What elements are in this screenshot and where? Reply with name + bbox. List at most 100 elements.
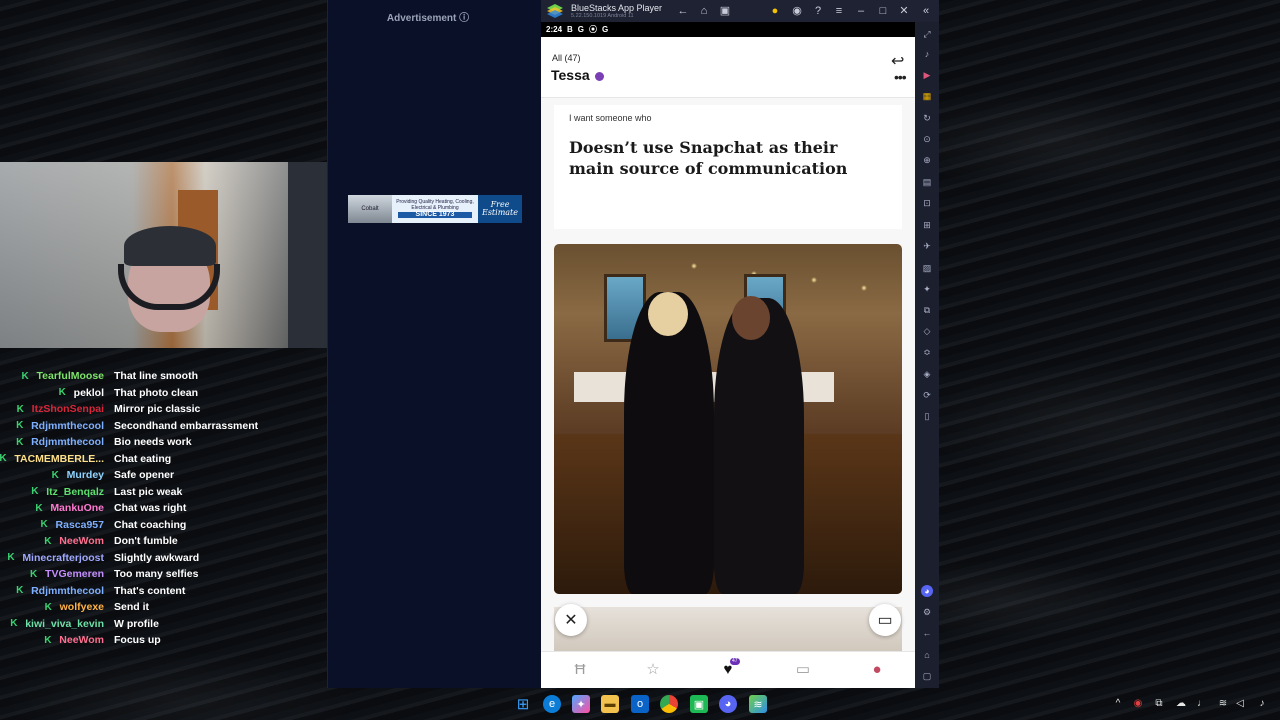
settings-icon[interactable]: ⚙ bbox=[921, 606, 933, 618]
rotate-icon[interactable]: ↻ bbox=[921, 112, 933, 124]
ad-free-estimate: Free Estimate bbox=[478, 195, 522, 223]
record-icon[interactable]: ▶ bbox=[921, 69, 933, 81]
back-icon[interactable]: ← bbox=[676, 4, 690, 18]
more-options-icon[interactable]: ••• bbox=[894, 69, 907, 85]
chat-message: K Minecrafterjoost bbox=[7, 550, 109, 566]
status-icon-4: G bbox=[602, 25, 609, 34]
bluestacks-sidebar: ⤢ ♪ ▶ ▦ ↻ ⊙ ⊕ ▤ ⊡ ⊞ ✈ ▨ ✦ ⧉ ◇ ≎ ◈ ⟳ ▯ ◕ … bbox=[915, 22, 939, 688]
tab-likes[interactable]: ♥ 47 bbox=[716, 658, 740, 682]
android-statusbar: 2:24 B G ⦿ G bbox=[541, 22, 915, 37]
tray-app-icon[interactable]: ◉ bbox=[1131, 697, 1145, 711]
chat-username[interactable]: ItzShonSenpai bbox=[32, 403, 104, 415]
profile-photo[interactable] bbox=[554, 244, 902, 594]
chat-username[interactable]: TearfulMoose bbox=[37, 370, 104, 382]
tab-standouts[interactable]: ☆ bbox=[641, 658, 665, 682]
airplane-icon[interactable]: ✈ bbox=[921, 240, 933, 252]
bluestacks-taskbar-icon[interactable]: ≋ bbox=[749, 695, 767, 713]
chat-message: K Rasca957 bbox=[41, 517, 109, 533]
android-back-icon[interactable]: ← bbox=[921, 627, 933, 639]
chat-username[interactable]: TVGemeren bbox=[45, 568, 104, 580]
maximize-icon[interactable]: □ bbox=[876, 4, 890, 18]
tray-capture-icon[interactable]: ⧉ bbox=[1152, 697, 1166, 711]
chat-username[interactable]: Murdey bbox=[67, 469, 104, 481]
home-icon[interactable]: ⌂ bbox=[697, 4, 711, 18]
chat-username[interactable]: NeeWom bbox=[59, 535, 104, 547]
tab-matches[interactable]: ▭ bbox=[791, 658, 815, 682]
file-explorer-icon[interactable]: ▬ bbox=[601, 695, 619, 713]
capture-icon[interactable]: ⊞ bbox=[921, 219, 933, 231]
collapse-sidebar-icon[interactable]: « bbox=[919, 4, 933, 18]
chat-message-text: Chat coaching bbox=[114, 518, 187, 531]
outlook-icon[interactable]: o bbox=[631, 695, 649, 713]
gamepad-icon[interactable]: ⊕ bbox=[921, 154, 933, 166]
chrome-icon[interactable] bbox=[660, 695, 678, 713]
chat-message: K Itz_Benqalz bbox=[31, 484, 109, 500]
multi-instance-icon[interactable]: ▣ bbox=[718, 4, 732, 18]
macro-icon[interactable]: ⊙ bbox=[921, 133, 933, 145]
chat-username[interactable]: Rdjmmthecool bbox=[31, 585, 104, 597]
undo-icon[interactable]: ↩ bbox=[891, 51, 904, 71]
chat-badge-icon: K bbox=[40, 519, 48, 530]
chat-username[interactable]: MankuOne bbox=[50, 502, 104, 514]
hinge-logo-icon: Ħ bbox=[574, 661, 586, 678]
shake-icon[interactable]: ≎ bbox=[921, 346, 933, 358]
chat-username[interactable]: Minecrafterjoost bbox=[22, 552, 104, 564]
prompt-card[interactable]: I want someone who Doesn’t use Snapchat … bbox=[554, 105, 902, 229]
media-icon[interactable]: ▨ bbox=[921, 262, 933, 274]
tab-profile[interactable]: ● bbox=[865, 658, 889, 682]
discord-icon[interactable]: ◕ bbox=[921, 585, 933, 597]
fullscreen-icon[interactable]: ⤢ bbox=[921, 28, 933, 40]
wifi-icon[interactable]: ≋ bbox=[1216, 697, 1230, 711]
account-icon[interactable]: ◉ bbox=[790, 4, 804, 18]
coin-icon[interactable]: ● bbox=[768, 4, 782, 18]
app-icon-green[interactable]: ▣ bbox=[690, 695, 708, 713]
chat-message-text: Safe opener bbox=[114, 469, 175, 481]
close-window-icon[interactable]: ✕ bbox=[897, 4, 911, 18]
chat-username[interactable]: Rdjmmthecool bbox=[31, 420, 104, 432]
windows-start-icon[interactable]: ⊞ bbox=[514, 695, 532, 713]
copilot-icon[interactable]: ✦ bbox=[572, 695, 590, 713]
help-icon[interactable]: ? bbox=[811, 4, 825, 18]
chat-message-text: Slightly awkward bbox=[114, 551, 200, 564]
edge-icon[interactable]: e bbox=[543, 695, 561, 713]
tab-discover[interactable]: Ħ bbox=[568, 658, 592, 682]
guide-icon[interactable]: ▯ bbox=[921, 410, 933, 422]
likes-count-label[interactable]: All (47) bbox=[552, 53, 581, 63]
chat-username[interactable]: wolfyexe bbox=[60, 601, 104, 613]
bluestacks-version: 5.22.150.1019 Android 11 bbox=[571, 13, 634, 19]
comment-button[interactable]: ▭ bbox=[869, 604, 901, 636]
sync-icon[interactable]: ⟳ bbox=[921, 389, 933, 401]
discord-taskbar-icon[interactable]: ◕ bbox=[719, 695, 737, 713]
chat-username[interactable]: peklol bbox=[74, 387, 104, 399]
microphone-icon[interactable]: ♩ bbox=[1195, 697, 1209, 711]
android-home-icon[interactable]: ⌂ bbox=[921, 649, 933, 661]
eraser-icon[interactable]: ◇ bbox=[921, 325, 933, 337]
remove-button[interactable]: ✕ bbox=[555, 604, 587, 636]
chat-username[interactable]: Itz_Benqalz bbox=[46, 486, 104, 498]
volume-icon[interactable]: ♪ bbox=[921, 48, 933, 60]
keyboard-icon[interactable]: ▤ bbox=[921, 176, 933, 188]
screenshot-icon[interactable]: ⊡ bbox=[921, 197, 933, 209]
menu-icon[interactable]: ≡ bbox=[832, 4, 846, 18]
volume-tray-icon[interactable]: ◁ bbox=[1233, 697, 1247, 711]
chat-username[interactable]: TACMEMBERLE... bbox=[14, 453, 104, 465]
chat-message-text: That line smooth bbox=[114, 370, 198, 382]
notification-bell-icon[interactable]: ♪ bbox=[1255, 697, 1269, 711]
tray-cloud-icon[interactable]: ☁ bbox=[1174, 697, 1188, 711]
gift-icon[interactable]: ▦ bbox=[921, 90, 933, 102]
minimize-icon[interactable]: – bbox=[854, 4, 868, 18]
location-icon[interactable]: ✦ bbox=[921, 283, 933, 295]
chat-message-text: Don't fumble bbox=[114, 535, 178, 547]
chat-message-text: That's content bbox=[114, 584, 186, 597]
multi-window-icon[interactable]: ⧉ bbox=[921, 304, 933, 316]
layers-icon[interactable]: ◈ bbox=[921, 368, 933, 380]
android-recents-icon[interactable]: ▢ bbox=[921, 670, 933, 682]
advertisement-label: Advertisement ⓘ bbox=[386, 13, 470, 24]
chat-username[interactable]: kiwi_viva_kevin bbox=[25, 618, 104, 630]
ad-since: SINCE 1973 bbox=[398, 211, 472, 218]
tray-chevron-icon[interactable]: ^ bbox=[1111, 697, 1125, 711]
chat-username[interactable]: Rdjmmthecool bbox=[31, 436, 104, 448]
chat-username[interactable]: NeeWom bbox=[59, 634, 104, 646]
ad-banner[interactable]: Cobalt Providing Quality Heating, Coolin… bbox=[348, 195, 522, 223]
chat-username[interactable]: Rasca957 bbox=[56, 519, 104, 531]
